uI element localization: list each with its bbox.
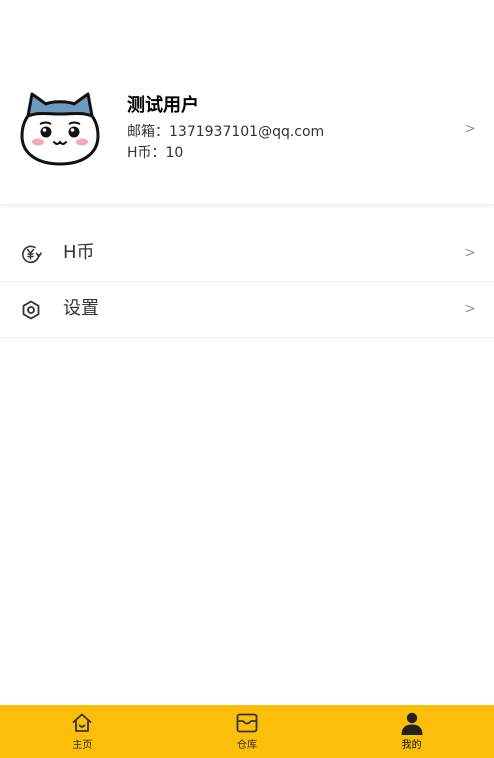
bottom-tab-bar: 主页 仓库 我的	[0, 705, 494, 758]
menu-list: H币 > 设置 >	[0, 226, 494, 338]
tab-warehouse[interactable]: 仓库	[165, 705, 330, 758]
menu-item-label: H币	[63, 242, 95, 263]
menu-item-label: 设置	[63, 298, 99, 319]
email-text: 邮箱：1371937101@qq.com	[127, 124, 325, 140]
tab-label: 仓库	[237, 740, 257, 751]
chevron-right-icon: >	[464, 301, 476, 317]
tab-label: 主页	[72, 740, 93, 751]
user-info: 测试用户 邮箱：1371937101@qq.com H币：10	[127, 94, 324, 164]
home-icon	[70, 711, 94, 735]
inbox-icon	[235, 711, 259, 735]
coins-text: H币：10	[127, 145, 184, 161]
menu-item-coins[interactable]: H币 >	[0, 226, 494, 282]
settings-hexagon-icon	[20, 299, 42, 321]
menu-item-settings[interactable]: 设置 >	[0, 282, 494, 338]
profile-card[interactable]: 测试用户 邮箱：1371937101@qq.com H币：10 >	[0, 0, 494, 204]
profile-chevron-icon: >	[464, 121, 476, 137]
coin-exchange-icon	[20, 243, 42, 265]
chevron-right-icon: >	[464, 245, 476, 261]
tab-home[interactable]: 主页	[0, 705, 165, 758]
cat-avatar-icon[interactable]	[16, 86, 104, 166]
tab-mine[interactable]: 我的	[329, 705, 494, 758]
username: 测试用户	[127, 95, 199, 116]
profile-page: 测试用户 邮箱：1371937101@qq.com H币：10 > H币 > 设…	[0, 0, 494, 758]
user-icon	[400, 711, 424, 735]
tab-label: 我的	[401, 740, 422, 751]
